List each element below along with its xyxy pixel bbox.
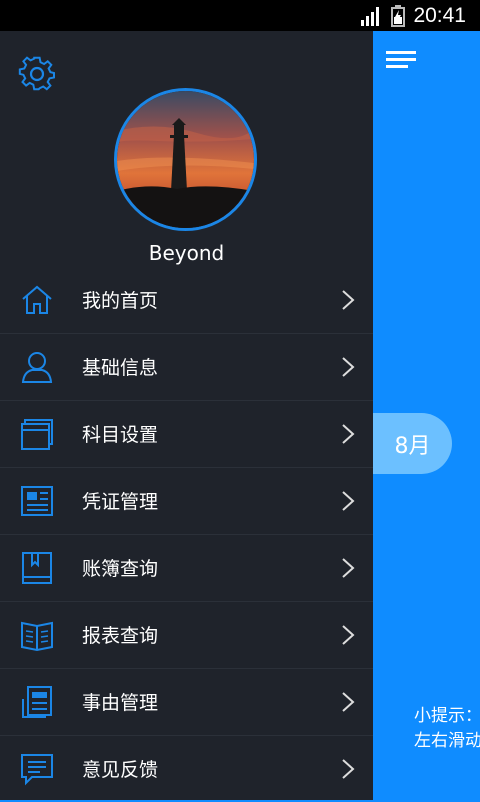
menu-label: 凭证管理 [82, 491, 159, 513]
chevron-right-icon [342, 558, 355, 578]
book-open-icon [21, 621, 53, 652]
home-icon [22, 285, 52, 314]
menu-item-voucher[interactable]: 凭证管理 [0, 468, 373, 535]
menu-label: 我的首页 [82, 290, 159, 312]
menu-label: 科目设置 [82, 424, 159, 446]
menu-label: 账簿查询 [82, 558, 159, 580]
drawer-menu: 我的首页 基础信息 科目设置 凭证管理 账簿查询 报表查询 事由管理 意见反馈 [0, 267, 373, 802]
status-time: 20:41 [413, 4, 466, 27]
menu-label: 报表查询 [82, 625, 159, 647]
battery-icon [391, 5, 406, 27]
menu-label: 基础信息 [82, 357, 159, 379]
menu-item-basic-info[interactable]: 基础信息 [0, 334, 373, 401]
signal-icon [361, 7, 380, 26]
menu-item-report[interactable]: 报表查询 [0, 602, 373, 669]
chevron-right-icon [342, 759, 355, 779]
chat-icon [21, 754, 53, 786]
ledger-icon [22, 552, 52, 584]
chevron-right-icon [342, 424, 355, 444]
user-icon [21, 352, 53, 383]
chevron-right-icon [342, 692, 355, 712]
tip-line-1: 小提示： [414, 706, 480, 726]
window-icon [21, 419, 53, 450]
menu-item-ledger[interactable]: 账簿查询 [0, 535, 373, 602]
chevron-right-icon [342, 357, 355, 377]
username: Beyond [148, 241, 225, 265]
tip-text: 小提示： 左右滑动 [414, 704, 480, 754]
document-icon [22, 686, 52, 718]
chevron-right-icon [342, 491, 355, 511]
menu-item-subject-settings[interactable]: 科目设置 [0, 401, 373, 468]
menu-label: 意见反馈 [82, 759, 159, 781]
gear-icon[interactable] [18, 55, 56, 93]
menu-item-home[interactable]: 我的首页 [0, 267, 373, 334]
month-selector[interactable]: 8月 [373, 413, 452, 474]
chevron-right-icon [342, 290, 355, 310]
voucher-icon [21, 486, 53, 516]
status-bar: 20:41 [0, 0, 480, 31]
tip-line-2: 左右滑动 [414, 731, 480, 751]
navigation-drawer: Beyond 我的首页 基础信息 科目设置 凭证管理 账簿查询 报表查询 事由管… [0, 31, 373, 800]
hamburger-icon[interactable] [386, 51, 418, 71]
menu-item-reason[interactable]: 事由管理 [0, 669, 373, 736]
chevron-right-icon [342, 625, 355, 645]
menu-item-feedback[interactable]: 意见反馈 [0, 736, 373, 802]
avatar[interactable] [114, 88, 257, 231]
menu-label: 事由管理 [82, 692, 159, 714]
